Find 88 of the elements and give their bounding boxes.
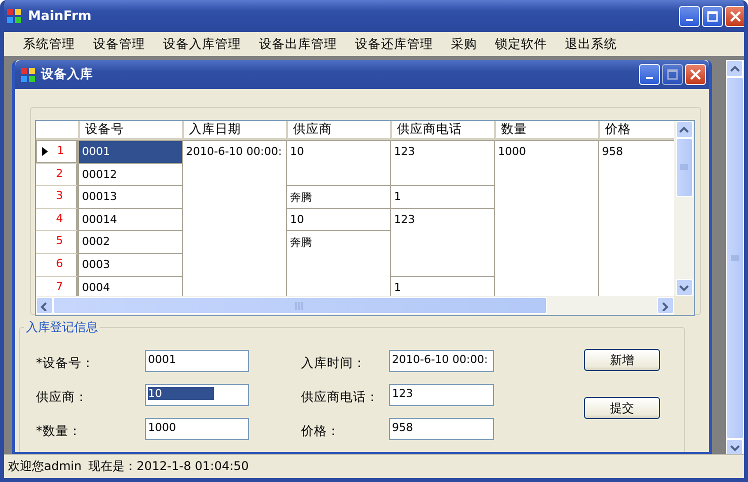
- window-title: MainFrm: [28, 8, 92, 24]
- menu-item[interactable]: 系统管理: [14, 36, 84, 52]
- input-field[interactable]: 10: [145, 384, 249, 406]
- minimize-button[interactable]: [679, 6, 700, 26]
- table-cell[interactable]: 123: [390, 140, 494, 163]
- input-field[interactable]: 0001: [145, 350, 249, 372]
- close-button[interactable]: [725, 6, 744, 26]
- column-header[interactable]: 供应商: [286, 121, 390, 138]
- menu-item[interactable]: 设备管理: [84, 36, 154, 52]
- scroll-up-button[interactable]: [726, 60, 743, 77]
- column-header[interactable]: 供应商电话: [390, 121, 494, 138]
- row-number: 7: [56, 280, 63, 293]
- table-cell[interactable]: 10: [286, 140, 390, 163]
- row-number: 3: [56, 189, 63, 202]
- row-number: 2: [56, 166, 63, 180]
- minimize-button[interactable]: [639, 64, 660, 85]
- menu-item[interactable]: 设备出库管理: [250, 36, 346, 52]
- field-label: *数量：: [36, 422, 82, 437]
- menu-item[interactable]: 锁定软件: [486, 36, 556, 52]
- row-number: 1: [57, 144, 64, 157]
- table-cell[interactable]: 0002: [78, 230, 182, 253]
- window-title: 设备入库: [41, 66, 94, 83]
- column-header[interactable]: 数量: [494, 121, 598, 138]
- app-icon: [6, 8, 22, 24]
- scroll-left-button[interactable]: [36, 297, 53, 314]
- grip-icon: [295, 302, 305, 310]
- table-cell[interactable]: 0001: [78, 140, 182, 163]
- table-cell[interactable]: 奔腾: [286, 185, 390, 208]
- table-cell[interactable]: 1000: [494, 140, 598, 163]
- field-label: 入库时间：: [301, 354, 367, 369]
- field-label: 供应商：: [36, 388, 89, 403]
- status-text: 欢迎您admin: [8, 458, 82, 475]
- menu-item[interactable]: 设备入库管理: [154, 36, 250, 52]
- scroll-down-button[interactable]: [676, 279, 692, 296]
- input-field[interactable]: 958: [389, 418, 494, 440]
- maximize-icon: [667, 69, 678, 80]
- vertical-scrollbar[interactable]: [674, 121, 694, 296]
- form-button[interactable]: 提交: [584, 397, 660, 419]
- scroll-up-button[interactable]: [676, 121, 692, 138]
- close-button[interactable]: [685, 64, 706, 85]
- scroll-right-button[interactable]: [657, 297, 674, 314]
- maximize-button[interactable]: [702, 6, 723, 26]
- maximize-button[interactable]: [662, 64, 683, 85]
- form-button[interactable]: 新增: [584, 349, 660, 371]
- minimize-icon: [646, 77, 653, 79]
- grip-icon: [731, 254, 739, 262]
- row-number: 5: [56, 234, 63, 248]
- app-icon: [20, 66, 36, 82]
- horizontal-scrollbar[interactable]: [36, 296, 674, 315]
- row-header[interactable]: 1: [36, 140, 78, 163]
- menu-item[interactable]: 采购: [442, 36, 486, 52]
- field-label: 价格：: [301, 422, 341, 437]
- group-title: 入库登记信息: [24, 319, 100, 336]
- input-field[interactable]: 1000: [145, 418, 249, 440]
- table-cell[interactable]: 1: [390, 185, 494, 208]
- row-header[interactable]: 4: [36, 208, 78, 230]
- minimize-icon: [686, 18, 693, 20]
- close-icon: [730, 10, 741, 22]
- table-cell[interactable]: 00012: [78, 162, 182, 186]
- table-cell[interactable]: 10: [286, 208, 390, 230]
- menu-item[interactable]: 退出系统: [556, 36, 626, 52]
- field-label: *设备号：: [36, 354, 96, 369]
- row-number: 4: [56, 212, 63, 225]
- table-cell[interactable]: 00013: [78, 185, 182, 208]
- column-header[interactable]: 设备号: [78, 121, 182, 138]
- input-field[interactable]: 2010-6-10 00:00:: [389, 350, 494, 372]
- table-cell[interactable]: 0003: [78, 252, 182, 276]
- current-row-icon: [42, 147, 48, 156]
- menu-item[interactable]: 设备还库管理: [346, 36, 442, 52]
- row-header[interactable]: 5: [36, 230, 78, 253]
- maximize-icon: [707, 10, 718, 22]
- input-field[interactable]: 123: [389, 384, 494, 406]
- scroll-thumb[interactable]: [53, 297, 547, 314]
- row-header[interactable]: 2: [36, 162, 78, 186]
- scroll-corner: [674, 296, 694, 315]
- field-label: 供应商电话：: [301, 388, 380, 403]
- close-icon: [690, 69, 701, 80]
- table-cell[interactable]: 00014: [78, 208, 182, 230]
- table-cell[interactable]: 123: [390, 208, 494, 230]
- row-header[interactable]: 6: [36, 252, 78, 276]
- scroll-thumb[interactable]: [676, 138, 692, 197]
- table-cell[interactable]: 奔腾: [286, 230, 390, 253]
- grip-icon: [680, 164, 688, 171]
- table-cell[interactable]: 2010-6-10 00:00:: [182, 140, 286, 163]
- row-number: 6: [56, 256, 63, 270]
- row-header[interactable]: 3: [36, 185, 78, 208]
- column-header[interactable]: 入库日期: [182, 121, 286, 138]
- status-text: 现在是：2012-1-8 01:04:50: [88, 458, 249, 475]
